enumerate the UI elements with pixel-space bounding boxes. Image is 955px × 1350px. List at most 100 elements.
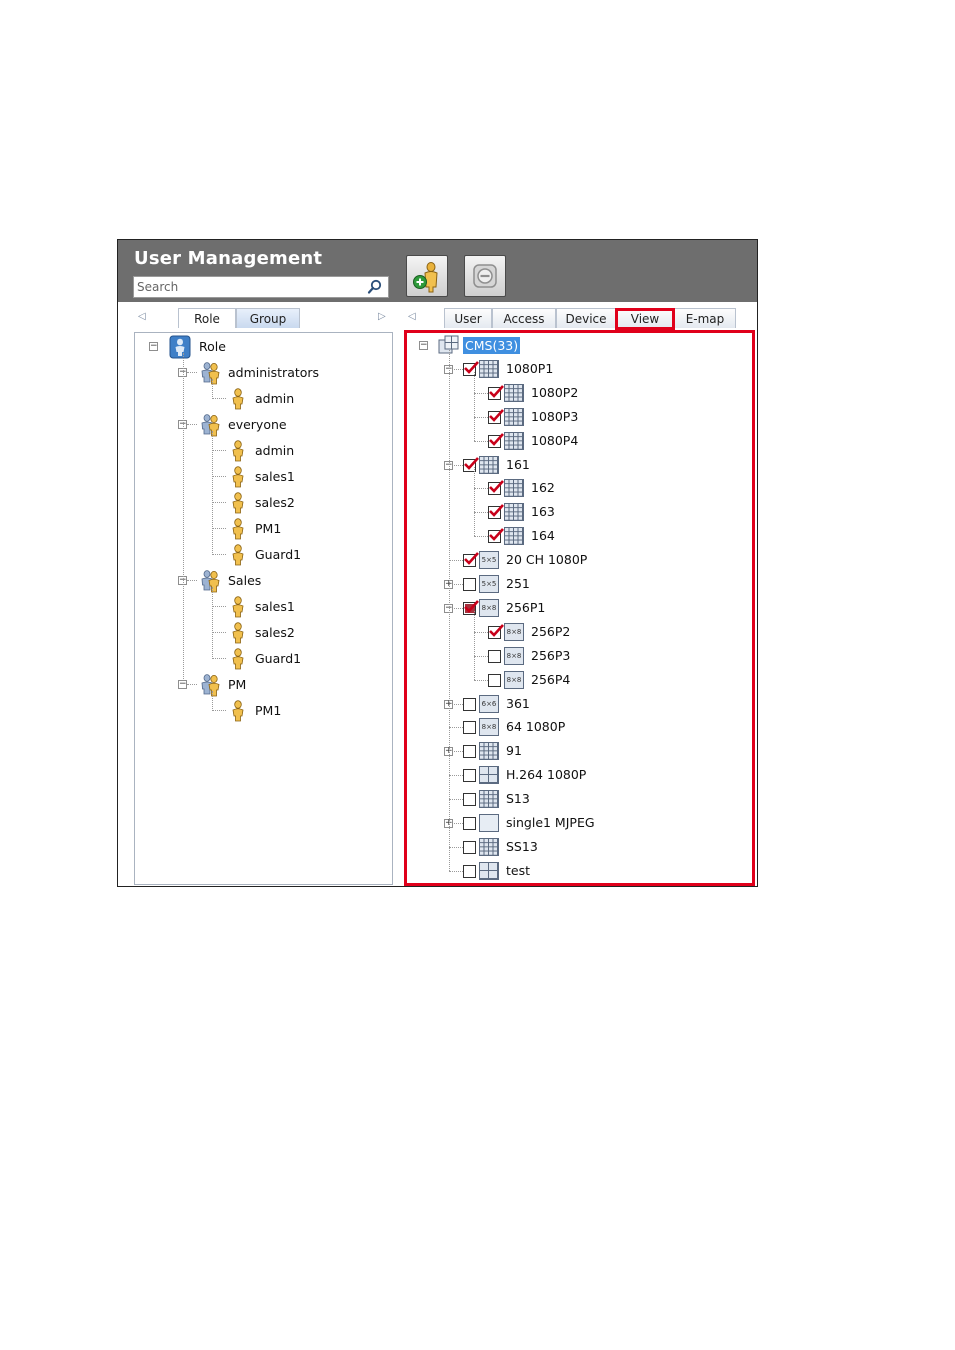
tab-device[interactable]: Device bbox=[556, 308, 616, 328]
tab-access[interactable]: Access bbox=[492, 308, 556, 328]
tree-node-user[interactable]: PM1 bbox=[207, 517, 387, 541]
view-checkbox[interactable] bbox=[488, 504, 504, 520]
view-checkbox[interactable] bbox=[463, 864, 476, 878]
tree-node-label: 1080P2 bbox=[531, 384, 579, 400]
role-tree-panel[interactable]: − Role − administrators admin − everyone admin s… bbox=[134, 332, 393, 885]
tree-node-view[interactable]: SS13 bbox=[444, 836, 704, 858]
layout-grid-icon bbox=[479, 790, 499, 809]
right-tab-row: ◁ User Access Device View E-map bbox=[404, 308, 755, 330]
tree-node-view[interactable]: −1080P1 bbox=[444, 358, 704, 380]
tree-node-user[interactable]: sales2 bbox=[207, 491, 387, 515]
tree-node-view[interactable]: 1080P2 bbox=[469, 382, 729, 404]
tree-node-group[interactable]: − Sales bbox=[178, 569, 378, 593]
tree-node-user[interactable]: admin bbox=[207, 387, 387, 411]
tree-node-view[interactable]: 8×8 256P4 bbox=[469, 669, 729, 691]
tree-node-user[interactable]: Guard1 bbox=[207, 543, 387, 567]
tree-node-view[interactable]: + single1 MJPEG bbox=[444, 812, 704, 834]
view-checkbox[interactable] bbox=[488, 432, 504, 448]
tree-connector bbox=[474, 512, 488, 514]
tree-connector bbox=[212, 587, 213, 659]
view-tree-panel[interactable]: − CMS(33) −1080P1 1080P2 1080P3 1080P4 −161 162… bbox=[404, 330, 755, 886]
tree-node-label: sales2 bbox=[255, 625, 295, 640]
tree-connector bbox=[449, 775, 463, 777]
tree-node-view[interactable]: 8×8 256P2 bbox=[469, 621, 729, 643]
view-checkbox[interactable] bbox=[463, 793, 476, 807]
tab-group[interactable]: Group bbox=[236, 308, 300, 328]
tree-node-view[interactable]: 163 bbox=[469, 501, 729, 523]
tree-node-label: 361 bbox=[506, 695, 530, 711]
tree-node-view[interactable]: +91 bbox=[444, 740, 704, 762]
tree-node-group[interactable]: − everyone bbox=[178, 413, 378, 437]
tree-connector bbox=[212, 502, 226, 503]
collapse-icon[interactable]: − bbox=[178, 680, 187, 689]
view-checkbox[interactable] bbox=[488, 408, 504, 424]
view-checkbox[interactable] bbox=[463, 552, 479, 568]
tree-node-view[interactable]: H.264 1080P bbox=[444, 764, 704, 786]
tree-node-view[interactable]: test bbox=[444, 860, 704, 882]
tab-user[interactable]: User bbox=[444, 308, 492, 328]
tree-node-view[interactable]: 8×8 256P3 bbox=[469, 645, 729, 667]
tree-node-user[interactable]: Guard1 bbox=[207, 647, 387, 671]
layout-quad-icon bbox=[479, 861, 499, 880]
tree-node-view[interactable]: S13 bbox=[444, 788, 704, 810]
search-box[interactable] bbox=[133, 276, 389, 298]
tree-node-view[interactable]: 1080P4 bbox=[469, 430, 729, 452]
tree-node-label: 251 bbox=[506, 576, 530, 591]
scroll-right-arrow-icon[interactable]: ▷ bbox=[378, 311, 386, 322]
tab-e-map[interactable]: E-map bbox=[674, 308, 736, 328]
layout-5x5-icon: 5×5 bbox=[479, 551, 499, 570]
tree-node-view[interactable]: +6×6 361 bbox=[444, 693, 704, 715]
view-checkbox[interactable] bbox=[488, 528, 504, 544]
tree-node-user[interactable]: sales2 bbox=[207, 621, 387, 645]
tree-node-role-root[interactable]: − Role bbox=[149, 335, 349, 359]
view-checkbox[interactable] bbox=[488, 384, 504, 400]
tree-node-user[interactable]: sales1 bbox=[207, 595, 387, 619]
tree-node-view[interactable]: −8×8 256P1 bbox=[444, 597, 704, 619]
collapse-icon[interactable]: − bbox=[149, 342, 158, 351]
tree-node-view[interactable]: −161 bbox=[444, 454, 704, 476]
tree-node-label: 1080P3 bbox=[531, 408, 579, 424]
tree-node-user[interactable]: sales1 bbox=[207, 465, 387, 489]
remove-button[interactable] bbox=[464, 255, 506, 297]
tree-node-user[interactable]: PM1 bbox=[207, 699, 387, 723]
tree-node-label: PM1 bbox=[255, 521, 282, 536]
tree-node-view[interactable]: +5×5 251 bbox=[444, 573, 704, 595]
tree-node-label: Sales bbox=[228, 573, 262, 588]
layout-6x6-icon: 6×6 bbox=[479, 694, 499, 713]
view-checkbox[interactable] bbox=[463, 769, 476, 783]
tree-node-label: SS13 bbox=[506, 838, 538, 854]
view-checkbox[interactable] bbox=[488, 673, 501, 687]
tab-role[interactable]: Role bbox=[178, 308, 236, 328]
view-checkbox[interactable] bbox=[488, 649, 501, 663]
view-checkbox[interactable] bbox=[463, 721, 476, 735]
add-user-button[interactable] bbox=[406, 255, 448, 297]
tree-node-view[interactable]: 162 bbox=[469, 477, 729, 499]
view-checkbox[interactable] bbox=[488, 623, 504, 639]
tree-node-view[interactable]: 5×5 20 CH 1080P bbox=[444, 549, 704, 571]
view-checkbox[interactable] bbox=[463, 578, 476, 591]
tree-connector bbox=[212, 450, 226, 451]
collapse-icon[interactable]: − bbox=[419, 341, 428, 350]
search-icon[interactable] bbox=[366, 278, 384, 296]
tree-connector bbox=[474, 416, 488, 418]
tree-node-view[interactable]: 164 bbox=[469, 525, 729, 547]
view-checkbox[interactable] bbox=[463, 745, 476, 759]
tree-node-group[interactable]: − administrators bbox=[178, 361, 378, 385]
tree-node-group[interactable]: − PM bbox=[178, 673, 378, 697]
tree-node-label: 256P4 bbox=[531, 671, 571, 687]
tree-node-view[interactable]: 8×8 64 1080P bbox=[444, 716, 704, 738]
layout-grid-icon bbox=[504, 431, 524, 450]
tree-node-user[interactable]: admin bbox=[207, 439, 387, 463]
scroll-left-arrow-icon[interactable]: ◁ bbox=[138, 311, 146, 322]
view-checkbox[interactable] bbox=[463, 817, 476, 830]
tree-connector bbox=[212, 379, 213, 399]
tree-node-label: 1080P4 bbox=[531, 432, 579, 448]
layout-8x8-icon: 8×8 bbox=[479, 718, 499, 737]
view-checkbox[interactable] bbox=[488, 480, 504, 496]
tree-node-view[interactable]: 1080P3 bbox=[469, 406, 729, 428]
scroll-left-arrow-icon[interactable]: ◁ bbox=[408, 311, 416, 322]
view-checkbox[interactable] bbox=[463, 840, 476, 854]
tree-connector bbox=[212, 554, 226, 555]
search-input[interactable] bbox=[137, 279, 361, 295]
view-checkbox[interactable] bbox=[463, 697, 476, 711]
